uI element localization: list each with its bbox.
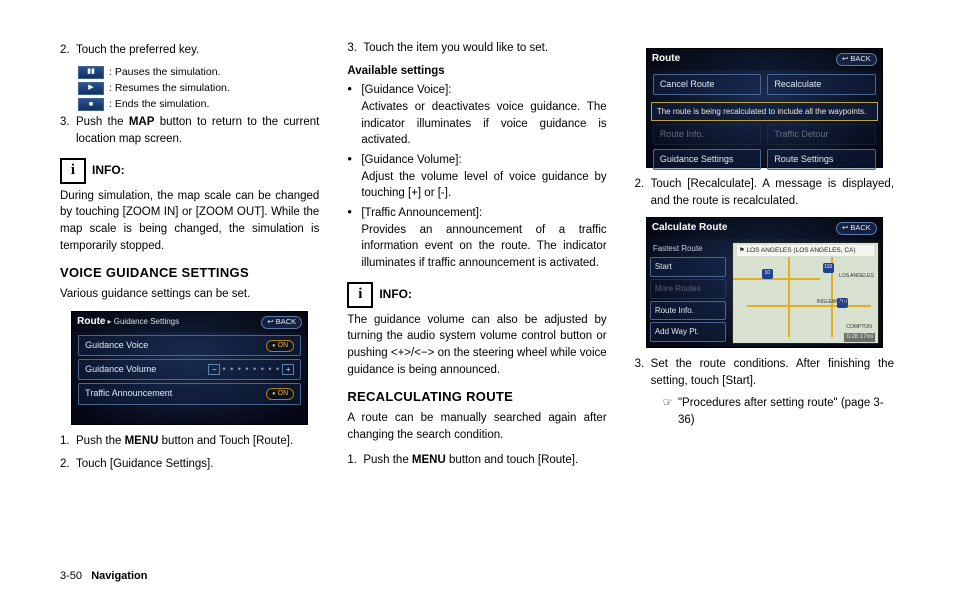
guidance-voice-row[interactable]: Guidance Voice ON <box>78 335 301 356</box>
legend-row: ▶: Resumes the simulation. <box>78 81 319 96</box>
step-item: 2.Touch the preferred key. <box>60 42 319 59</box>
step-item: 3.Touch the item you would like to set. <box>347 40 606 57</box>
section-heading: VOICE GUIDANCE SETTINGS <box>60 264 319 283</box>
route-map: ⚑ LOS ANGELES (LOS ANGELES, CA) 10 110 7… <box>732 242 879 344</box>
bullet-item: • [Traffic Announcement]:Provides an ann… <box>347 205 606 272</box>
volume-control[interactable]: − • • • • • • • • + <box>208 363 294 376</box>
back-button[interactable]: ↩ BACK <box>836 222 877 235</box>
play-icon: ▶ <box>78 82 104 95</box>
minus-button[interactable]: − <box>208 364 220 375</box>
traffic-announcement-row[interactable]: Traffic Announcement ON <box>78 383 301 404</box>
add-waypoint-button[interactable]: Add Way Pt. <box>650 322 726 342</box>
subheading: Available settings <box>347 63 606 80</box>
body-text: A route can be manually searched again a… <box>347 410 606 443</box>
section-heading: RECALCULATING ROUTE <box>347 388 606 407</box>
legend-row: ■: Ends the simulation. <box>78 97 319 112</box>
message-banner: The route is being recalculated to inclu… <box>651 102 878 122</box>
on-indicator: ON <box>266 340 294 352</box>
map-scale: 0:28 17mi <box>844 333 874 342</box>
route-menu-screen: Route ↩ BACK Cancel Route Recalculate Th… <box>646 48 883 168</box>
guidance-volume-row[interactable]: Guidance Volume − • • • • • • • • + <box>78 359 301 380</box>
more-routes-button: More Routes <box>650 279 726 299</box>
info-icon: i <box>347 282 373 308</box>
step-item: 2.Touch [Recalculate]. A message is disp… <box>635 176 894 209</box>
info-text: The guidance volume can also be adjusted… <box>347 312 606 379</box>
plus-button[interactable]: + <box>282 364 294 375</box>
cross-reference: ☞ "Procedures after setting route" (page… <box>663 395 894 428</box>
bullet-item: • [Guidance Voice]:Activates or deactiva… <box>347 82 606 149</box>
back-button[interactable]: ↩ BACK <box>261 316 302 329</box>
reference-icon: ☞ <box>663 395 673 428</box>
destination-label: ⚑ LOS ANGELES (LOS ANGELES, CA) <box>737 245 874 256</box>
legend-row: ▮▮: Pauses the simulation. <box>78 65 319 80</box>
guidance-settings-screen: Route▸ Guidance Settings ↩ BACK Guidance… <box>71 311 308 425</box>
route-type-label: Fastest Route <box>650 242 726 256</box>
city-label: COMPTON <box>846 324 871 331</box>
route-info-button: Route Info. <box>653 124 762 145</box>
on-indicator: ON <box>266 388 294 400</box>
info-heading: i INFO: <box>60 158 319 184</box>
step-item: 1. Push the MENU button and touch [Route… <box>347 452 606 469</box>
step-item: 3.Set the route conditions. After finish… <box>635 356 894 389</box>
stop-icon: ■ <box>78 98 104 111</box>
info-heading: i INFO: <box>347 282 606 308</box>
pause-icon: ▮▮ <box>78 66 104 79</box>
traffic-detour-button: Traffic Detour <box>767 124 876 145</box>
page-footer: 3-50 Navigation <box>60 569 147 585</box>
info-icon: i <box>60 158 86 184</box>
bullet-item: • [Guidance Volume]:Adjust the volume le… <box>347 152 606 202</box>
back-button[interactable]: ↩ BACK <box>836 53 877 66</box>
step-item: 1. Push the MENU button and Touch [Route… <box>60 433 319 450</box>
cancel-route-button[interactable]: Cancel Route <box>653 74 762 95</box>
step-item: 2.Touch [Guidance Settings]. <box>60 456 319 473</box>
recalculate-button[interactable]: Recalculate <box>767 74 876 95</box>
info-text: During simulation, the map scale can be … <box>60 188 319 255</box>
start-button[interactable]: Start <box>650 257 726 277</box>
route-info-button[interactable]: Route Info. <box>650 301 726 321</box>
route-settings-button[interactable]: Route Settings <box>767 149 876 170</box>
city-label: LOS ANGELES <box>839 273 874 280</box>
calculate-route-screen: Calculate Route ↩ BACK Fastest Route Sta… <box>646 217 883 348</box>
guidance-settings-button[interactable]: Guidance Settings <box>653 149 762 170</box>
city-label: INGLEWOOD <box>817 299 848 306</box>
body-text: Various guidance settings can be set. <box>60 286 319 303</box>
step-item: 3. Push the MAP button to return to the … <box>60 114 319 147</box>
